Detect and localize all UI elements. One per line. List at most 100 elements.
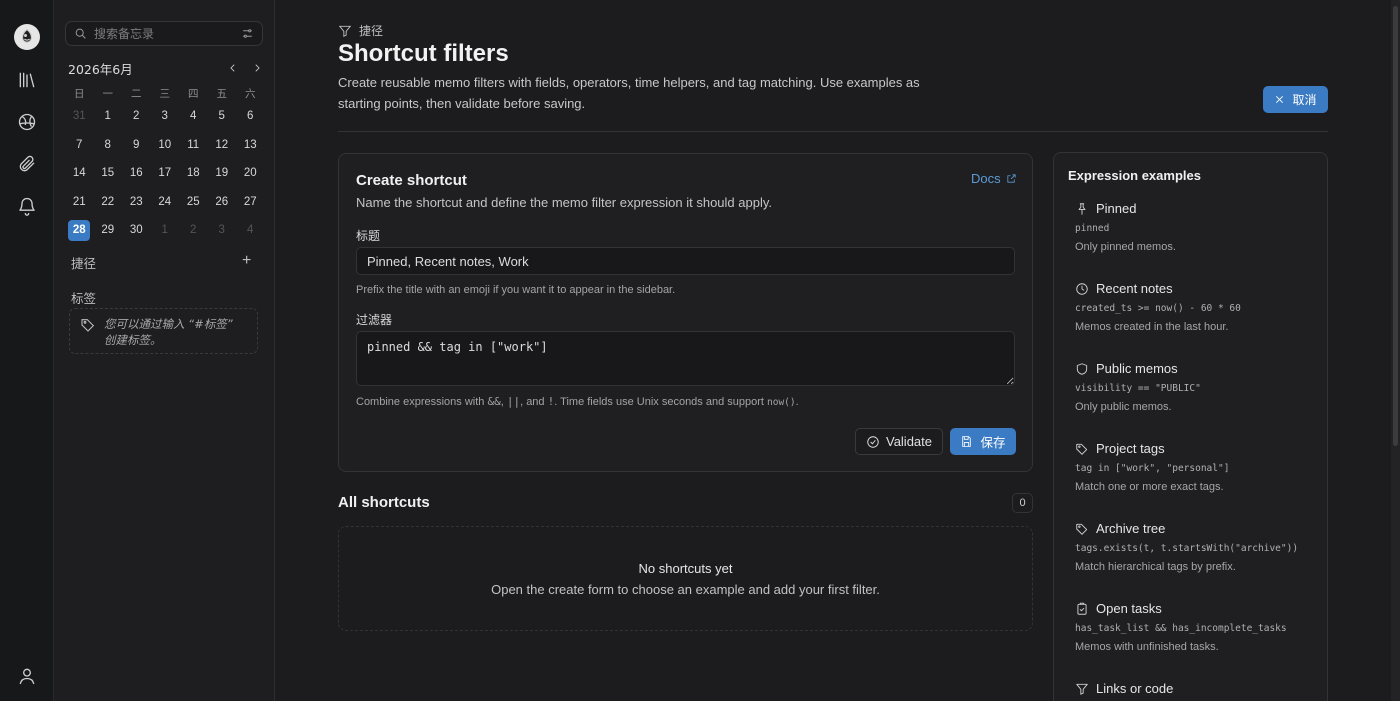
- user-icon[interactable]: [15, 664, 39, 688]
- calendar-day[interactable]: 12: [208, 131, 237, 160]
- validate-button[interactable]: Validate: [855, 428, 943, 455]
- calendar-day[interactable]: 8: [94, 131, 123, 160]
- calendar-day[interactable]: 29: [94, 216, 123, 245]
- calendar-day[interactable]: 5: [208, 102, 237, 131]
- paperclip-icon[interactable]: [15, 152, 39, 176]
- example-item[interactable]: Archive tree tags.exists(t, t.startsWith(…: [1075, 521, 1325, 573]
- example-name-row: Recent notes: [1075, 281, 1325, 296]
- example-item[interactable]: Public memos visibility == "PUBLIC" Only p…: [1075, 361, 1325, 413]
- page-scrollbar[interactable]: [1391, 0, 1400, 701]
- calendar-day[interactable]: 11: [179, 131, 208, 160]
- calendar-day-number: 7: [76, 138, 83, 151]
- filter-settings-icon[interactable]: [241, 27, 254, 40]
- calendar-day[interactable]: 4: [179, 102, 208, 131]
- calendar-day-number: 1: [104, 110, 111, 123]
- docs-link[interactable]: Docs: [971, 171, 1017, 186]
- example-description: Memos with unfinished tasks.: [1075, 641, 1219, 653]
- calendar-day[interactable]: 18: [179, 159, 208, 188]
- calendar-day[interactable]: 22: [94, 188, 123, 217]
- calendar-day-number: 13: [243, 138, 257, 151]
- cancel-button[interactable]: 取消: [1263, 86, 1328, 113]
- calendar-day-number: 25: [186, 195, 200, 208]
- filter-icon: [1076, 683, 1088, 695]
- library-icon[interactable]: [15, 68, 39, 92]
- calendar-day[interactable]: 27: [236, 188, 265, 217]
- calendar-day-number: 11: [187, 138, 200, 151]
- calendar-day-number: 23: [129, 195, 143, 208]
- next-month-button[interactable]: [251, 61, 263, 75]
- calendar-day[interactable]: 16: [122, 159, 151, 188]
- bell-icon[interactable]: [15, 194, 39, 218]
- calendar-title: 2026年6月: [68, 61, 133, 77]
- calendar-day[interactable]: 3: [208, 216, 237, 245]
- app-logo[interactable]: [14, 24, 40, 50]
- calendar-day[interactable]: 30: [122, 216, 151, 245]
- title-input[interactable]: [356, 247, 1015, 275]
- weekday-label: 三: [159, 88, 171, 100]
- filter-help-end: .: [795, 396, 799, 408]
- add-shortcut-button[interactable]: +: [242, 252, 251, 270]
- calendar-day[interactable]: 1: [94, 102, 123, 131]
- calendar-day-number: 18: [186, 167, 200, 180]
- prev-month-button[interactable]: [227, 61, 239, 75]
- calendar-day[interactable]: 3: [151, 102, 180, 131]
- empty-description: Open the create form to choose an exampl…: [491, 582, 880, 597]
- close-icon: [1276, 95, 1284, 104]
- breadcrumb: 捷径: [338, 22, 383, 39]
- calendar-day[interactable]: 21: [65, 188, 94, 217]
- calendar-day[interactable]: 10: [151, 131, 180, 160]
- example-item[interactable]: Project tags tag in ["work", "personal"] M…: [1075, 441, 1325, 493]
- calendar-day[interactable]: 25: [179, 188, 208, 217]
- calendar-day[interactable]: 6: [236, 102, 265, 131]
- calendar-day-number: 24: [158, 195, 172, 208]
- calendar-day[interactable]: 7: [65, 131, 94, 160]
- calendar-day[interactable]: 23: [122, 188, 151, 217]
- calendar-day[interactable]: 17: [151, 159, 180, 188]
- weekday-label: 日: [74, 88, 85, 100]
- example-name-row: Project tags: [1075, 441, 1325, 456]
- create-shortcut-card: Create shortcut Name the shortcut and de…: [338, 153, 1033, 472]
- example-item[interactable]: Recent notes created_ts >= now() - 60 * 6…: [1075, 281, 1325, 333]
- tags-icon: [81, 319, 95, 332]
- calendar-day[interactable]: 31: [65, 102, 94, 131]
- filter-textarea[interactable]: pinned && tag in ["work"]: [356, 331, 1015, 386]
- calendar-day[interactable]: 4: [236, 216, 265, 245]
- save-button[interactable]: 保存: [950, 428, 1016, 455]
- calendar-day[interactable]: 26: [208, 188, 237, 217]
- calendar-day[interactable]: 20: [236, 159, 265, 188]
- examples-title: Expression examples: [1068, 168, 1201, 183]
- explore-icon[interactable]: [15, 110, 39, 134]
- example-item[interactable]: Open tasks has_task_list && has_incomplet…: [1075, 601, 1325, 653]
- clipboard-check-icon: [1077, 602, 1087, 615]
- calendar-day[interactable]: 24: [151, 188, 180, 217]
- calendar-day-number: 8: [104, 138, 111, 151]
- calendar-day[interactable]: 14: [65, 159, 94, 188]
- calendar-day[interactable]: 2: [122, 102, 151, 131]
- weekday-label: 二: [131, 88, 142, 100]
- search-input[interactable]: [94, 26, 234, 41]
- calendar-day[interactable]: 13: [236, 131, 265, 160]
- search-box[interactable]: [65, 21, 263, 46]
- calendar-day-number: 4: [190, 110, 197, 123]
- example-name: Open tasks: [1096, 601, 1162, 616]
- calendar-day[interactable]: 15: [94, 159, 123, 188]
- example-code: has_task_list && has_incomplete_tasks: [1075, 623, 1287, 634]
- title-help: Prefix the title with an emoji if you wa…: [356, 284, 676, 296]
- calendar-day[interactable]: 19: [208, 159, 237, 188]
- calendar-day[interactable]: 9: [122, 131, 151, 160]
- example-item[interactable]: Pinned pinned Only pinned memos.: [1075, 201, 1325, 253]
- empty-title: No shortcuts yet: [638, 561, 733, 576]
- example-item[interactable]: Links or code: [1075, 681, 1325, 701]
- scrollbar-thumb[interactable]: [1393, 6, 1398, 446]
- weekday-label: 五: [216, 88, 228, 100]
- example-name-row: Public memos: [1075, 361, 1325, 376]
- calendar-day-today[interactable]: 28: [65, 216, 94, 245]
- example-code: visibility == "PUBLIC": [1075, 383, 1201, 394]
- tag-icon: [1076, 443, 1088, 455]
- calendar-day-number: 29: [101, 224, 115, 237]
- filter-help-pre: Combine expressions with: [356, 396, 488, 408]
- expression-examples-panel: Expression examples Pinned pinned Only pin…: [1053, 152, 1328, 701]
- calendar-day[interactable]: 1: [151, 216, 180, 245]
- breadcrumb-label: 捷径: [359, 24, 384, 38]
- calendar-day[interactable]: 2: [179, 216, 208, 245]
